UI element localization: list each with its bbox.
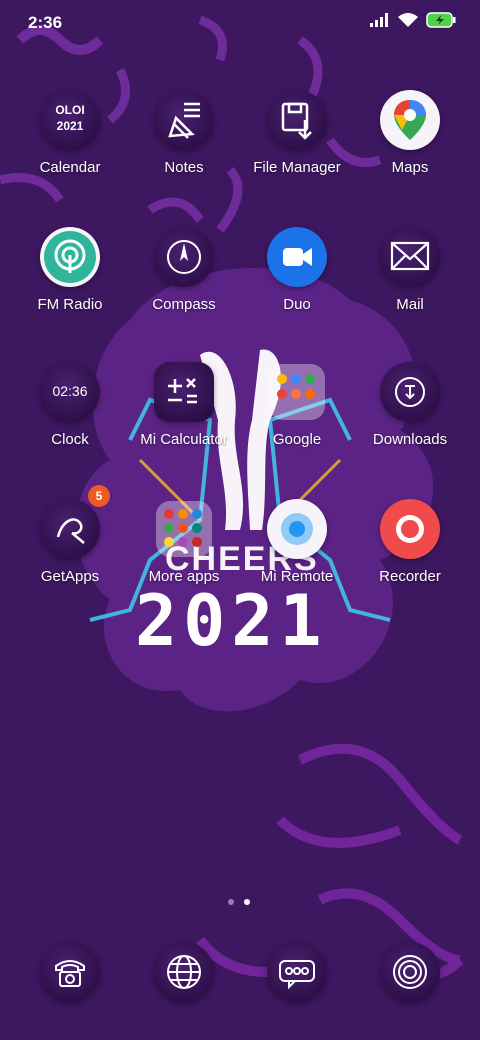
clock-icon-time: 02:36 — [52, 383, 88, 399]
app-label: Clock — [51, 431, 89, 448]
app-label: Mi Calculator — [140, 431, 228, 448]
dock-messages[interactable] — [237, 942, 357, 1012]
app-label: Duo — [283, 296, 311, 313]
app-mail[interactable]: Mail — [350, 227, 470, 357]
downloads-icon — [380, 362, 440, 422]
page-indicator — [226, 898, 256, 906]
battery-charging-icon — [426, 12, 456, 28]
app-fm-radio[interactable]: FM Radio — [10, 227, 130, 357]
app-label: More apps — [148, 568, 220, 585]
app-downloads[interactable]: Downloads — [350, 362, 470, 492]
app-maps[interactable]: Maps — [350, 90, 470, 220]
maps-icon — [380, 90, 440, 150]
mail-icon — [380, 227, 440, 287]
app-label: Notes — [164, 159, 204, 176]
dock — [0, 942, 480, 1012]
app-label: Calendar — [39, 159, 101, 176]
app-calendar[interactable]: OLOI 2021 Calendar — [10, 90, 130, 220]
app-label: Compass — [152, 296, 216, 313]
page-dot-1[interactable] — [228, 899, 234, 905]
phone-icon — [40, 942, 100, 1002]
app-label: Mail — [396, 296, 424, 313]
folder-more-apps[interactable]: More apps — [124, 499, 244, 629]
folder-icon — [269, 364, 325, 420]
app-label: Google — [272, 431, 322, 448]
getapps-icon — [40, 499, 100, 559]
folder-google[interactable]: Google — [237, 362, 357, 492]
messages-icon — [267, 942, 327, 1002]
dock-camera[interactable] — [350, 942, 470, 1012]
file-manager-icon — [267, 90, 327, 150]
app-mi-calculator[interactable]: Mi Calculator — [124, 362, 244, 492]
camera-icon — [380, 942, 440, 1002]
calendar-icon-line1: OLOI — [55, 103, 85, 117]
getapps-badge: 5 — [88, 485, 110, 507]
app-file-manager[interactable]: File Manager — [237, 90, 357, 220]
app-clock[interactable]: 02:36 Clock — [10, 362, 130, 492]
clock-icon: 02:36 — [40, 362, 100, 422]
app-notes[interactable]: Notes — [124, 90, 244, 220]
status-time: 2:36 — [28, 13, 63, 32]
app-label: Maps — [391, 159, 429, 176]
recorder-icon — [380, 499, 440, 559]
status-bar: 2:36 — [0, 0, 480, 44]
app-label: FM Radio — [37, 296, 103, 313]
app-label: Recorder — [379, 568, 441, 585]
app-label: GetApps — [40, 568, 100, 585]
app-mi-remote[interactable]: Mi Remote — [237, 499, 357, 629]
signal-icon — [370, 13, 388, 27]
app-label: Downloads — [372, 431, 448, 448]
calculator-icon — [154, 362, 214, 422]
calendar-icon-line2: 2021 — [56, 119, 84, 133]
page-dot-2[interactable] — [244, 899, 250, 905]
mi-remote-icon — [267, 499, 327, 559]
fm-radio-icon — [40, 227, 100, 287]
calendar-icon: OLOI 2021 — [40, 90, 100, 150]
app-recorder[interactable]: Recorder — [350, 499, 470, 629]
notes-icon — [154, 90, 214, 150]
app-label: Mi Remote — [260, 568, 334, 585]
dock-phone[interactable] — [10, 942, 130, 1012]
browser-icon — [154, 942, 214, 1002]
dock-browser[interactable] — [124, 942, 244, 1012]
duo-icon — [267, 227, 327, 287]
app-label: File Manager — [253, 159, 341, 176]
app-duo[interactable]: Duo — [237, 227, 357, 357]
wifi-icon — [398, 12, 418, 27]
folder-icon — [156, 501, 212, 557]
app-compass[interactable]: Compass — [124, 227, 244, 357]
compass-icon — [154, 227, 214, 287]
app-getapps[interactable]: GetApps — [10, 499, 130, 629]
